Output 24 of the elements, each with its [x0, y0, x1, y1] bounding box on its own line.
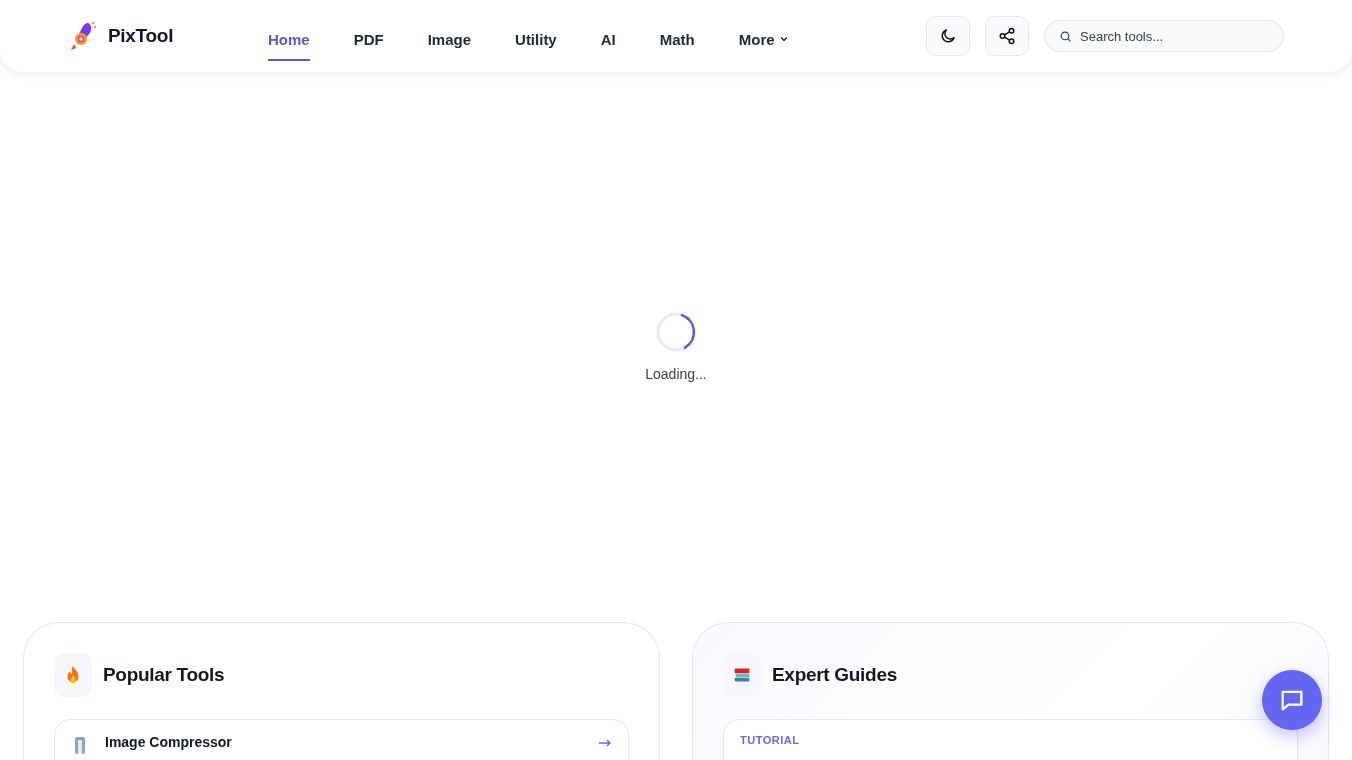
- category-tag: TUTORIAL: [740, 734, 800, 746]
- nav-tab[interactable]: Home: [268, 11, 310, 61]
- arrow-right-icon: [598, 738, 612, 748]
- loading-spinner: [656, 312, 696, 352]
- card-title: Popular Tools: [103, 664, 225, 686]
- tool-item[interactable]: Image Compressor: [54, 719, 629, 760]
- rocket-logo-icon: [68, 20, 98, 52]
- search-field[interactable]: Search tools...: [1044, 20, 1284, 52]
- card-title: Expert Guides: [772, 664, 897, 686]
- share-button[interactable]: [985, 16, 1029, 56]
- share-icon: [998, 27, 1016, 45]
- tool-name: Image Compressor: [105, 734, 232, 750]
- nav-tab[interactable]: AI: [600, 11, 616, 61]
- moon-icon: [939, 27, 957, 45]
- nav-tab[interactable]: PDF: [353, 11, 384, 61]
- loading-text: Loading...: [645, 366, 707, 382]
- nav-tab[interactable]: Math: [659, 11, 695, 61]
- chevron-down-icon: [778, 34, 789, 44]
- dark-mode-button[interactable]: [926, 16, 970, 56]
- brand-name: PixTool: [108, 25, 174, 47]
- nav-tab[interactable]: Image: [427, 11, 472, 61]
- guide-item[interactable]: TUTORIAL: [723, 719, 1298, 760]
- nav-tab[interactable]: Utility: [515, 11, 557, 61]
- nav-tab[interactable]: More: [738, 11, 789, 61]
